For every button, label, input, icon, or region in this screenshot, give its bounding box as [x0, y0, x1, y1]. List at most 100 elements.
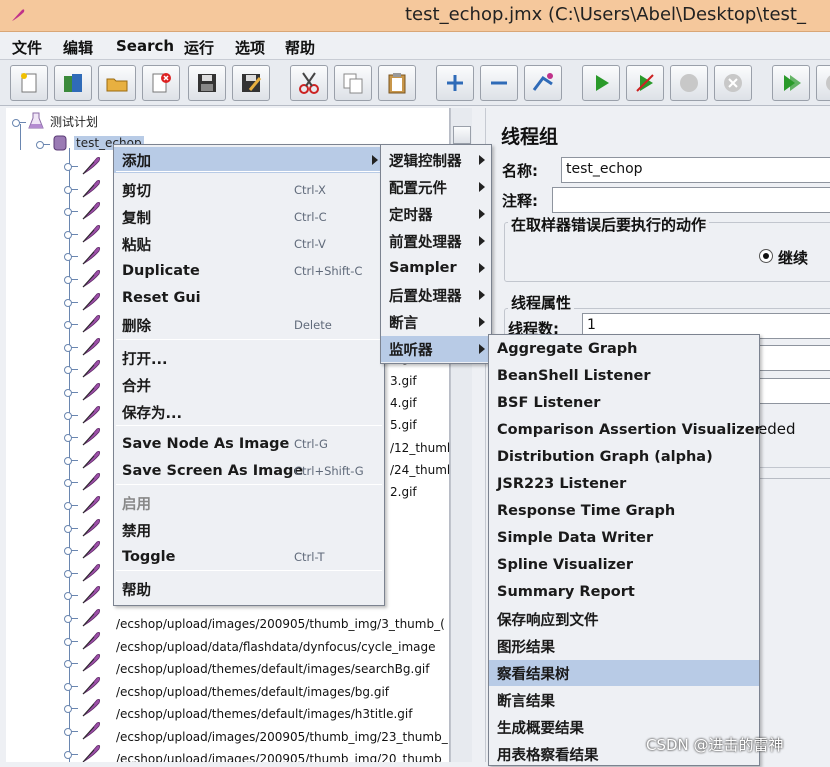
tree-node-http-sampler[interactable] — [64, 335, 102, 357]
listener-menu-item[interactable]: 察看结果树 — [489, 660, 759, 686]
remote-stop-button[interactable] — [816, 65, 830, 101]
tree-node-http-sampler[interactable] — [64, 516, 102, 538]
templates-button[interactable] — [54, 65, 92, 101]
collapse-button[interactable] — [480, 65, 518, 101]
save-as-button[interactable] — [232, 65, 270, 101]
menu-search[interactable]: Search — [116, 37, 174, 55]
context-menu-item-duplicate[interactable]: Duplicate Ctrl+Shift-C — [114, 258, 384, 284]
menu-file[interactable]: 文件 — [12, 37, 42, 58]
remote-start-button[interactable] — [772, 65, 810, 101]
tree-node-http-sampler[interactable] — [64, 538, 102, 560]
menu-edit[interactable]: 编辑 — [63, 37, 93, 58]
listener-menu-item[interactable]: JSR223 Listener — [489, 471, 759, 497]
menu-options[interactable]: 选项 — [235, 37, 265, 58]
menu-run[interactable]: 运行 — [184, 37, 214, 58]
stop-button[interactable] — [670, 65, 708, 101]
add-menu-item-config-element[interactable]: 配置元件 — [381, 174, 491, 200]
context-menu-item-merge[interactable]: 合并 — [114, 372, 384, 398]
tree-node-http-sampler[interactable] — [64, 290, 102, 312]
tree-node-http-sampler[interactable] — [64, 583, 102, 605]
context-menu-item-paste[interactable]: 粘贴 Ctrl-V — [114, 231, 384, 257]
context-menu-item-open[interactable]: 打开... — [114, 345, 384, 371]
context-menu-item-save-as[interactable]: 保存为... — [114, 399, 384, 425]
tree-node-http-sampler[interactable] — [64, 199, 102, 221]
listener-menu-item[interactable]: 断言结果 — [489, 687, 759, 713]
context-menu-item-toggle[interactable]: Toggle Ctrl-T — [114, 544, 384, 570]
context-menu-item-save-screen-as-image[interactable]: Save Screen As Image Ctrl+Shift-G — [114, 458, 384, 484]
tree-node-http-sampler[interactable] — [64, 357, 102, 379]
copy-button[interactable] — [334, 65, 372, 101]
tree-node-http-sampler[interactable] — [64, 244, 102, 266]
tree-node-http-sampler[interactable] — [64, 629, 102, 651]
context-menu-item-copy[interactable]: 复制 Ctrl-C — [114, 204, 384, 230]
tree-node-test-plan[interactable]: 测试计划 — [12, 110, 98, 132]
tree-node-http-sampler[interactable] — [64, 651, 102, 673]
comment-field[interactable] — [552, 187, 830, 213]
tree-node-http-sampler[interactable] — [64, 267, 102, 289]
tree-node-http-sampler[interactable] — [64, 177, 102, 199]
context-menu-item-delete[interactable]: 删除 Delete — [114, 312, 384, 338]
start-no-pause-button[interactable] — [626, 65, 664, 101]
tree-node-http-sampler[interactable] — [64, 674, 102, 696]
tree-node-http-sampler[interactable] — [64, 154, 102, 176]
add-menu-item-timer[interactable]: 定时器 — [381, 201, 491, 227]
new-button[interactable] — [10, 65, 48, 101]
listener-menu-item[interactable]: BSF Listener — [489, 390, 759, 416]
tree-toggle-icon[interactable] — [36, 138, 50, 149]
listener-menu-item[interactable]: Spline Visualizer — [489, 552, 759, 578]
open-button[interactable] — [98, 65, 136, 101]
tree-toggle-icon[interactable] — [12, 116, 26, 127]
toggle-button[interactable] — [524, 65, 562, 101]
tree-node-http-sampler[interactable] — [64, 742, 102, 762]
tree-node-http-sampler[interactable] — [64, 696, 102, 718]
listener-menu-item[interactable]: 保存响应到文件 — [489, 606, 759, 632]
tree-node-http-sampler[interactable] — [64, 403, 102, 425]
listener-menu-item[interactable]: Simple Data Writer — [489, 525, 759, 551]
tree-node-http-sampler[interactable] — [64, 719, 102, 741]
loop-count-field[interactable] — [758, 378, 830, 404]
tree-node-http-sampler[interactable] — [64, 606, 102, 628]
start-button[interactable] — [582, 65, 620, 101]
add-menu-item-listener[interactable]: 监听器 — [381, 336, 491, 362]
listener-menu-item[interactable]: Summary Report — [489, 579, 759, 605]
tree-node-http-sampler[interactable] — [64, 448, 102, 470]
ramp-up-field[interactable] — [758, 345, 830, 371]
add-menu-item-sampler[interactable]: Sampler — [381, 255, 491, 281]
tree-node-http-sampler[interactable] — [64, 312, 102, 334]
context-menu-item-cut[interactable]: 剪切 Ctrl-X — [114, 177, 384, 203]
add-menu-item-pre-processor[interactable]: 前置处理器 — [381, 228, 491, 254]
listener-menu-item[interactable]: 图形结果 — [489, 633, 759, 659]
tree-node-http-sampler[interactable] — [64, 493, 102, 515]
shutdown-button[interactable] — [714, 65, 752, 101]
add-menu-item-assertion[interactable]: 断言 — [381, 309, 491, 335]
expand-button[interactable] — [436, 65, 474, 101]
scroll-up-button[interactable] — [453, 126, 471, 144]
cut-button[interactable] — [290, 65, 328, 101]
context-menu-item-disable[interactable]: 禁用 — [114, 517, 384, 543]
tree-node-http-sampler[interactable] — [64, 425, 102, 447]
listener-menu-item[interactable]: Aggregate Graph — [489, 336, 759, 362]
add-menu-item-logic-controller[interactable]: 逻辑控制器 — [381, 147, 491, 173]
save-button[interactable] — [188, 65, 226, 101]
listener-menu-item[interactable]: Comparison Assertion Visualizer — [489, 417, 762, 443]
listener-menu-item[interactable]: Response Time Graph — [489, 498, 759, 524]
tree-node-http-sampler[interactable] — [64, 222, 102, 244]
name-field[interactable]: test_echop — [561, 157, 830, 183]
listener-menu-item[interactable]: Distribution Graph (alpha) — [489, 444, 759, 470]
add-menu-item-post-processor[interactable]: 后置处理器 — [381, 282, 491, 308]
shutdown-icon — [724, 74, 742, 92]
context-menu-item-add[interactable]: 添加 — [114, 147, 384, 173]
tree-node-http-sampler[interactable] — [64, 380, 102, 402]
context-menu-item-enable[interactable]: 启用 — [114, 490, 384, 516]
tree-node-http-sampler[interactable] — [64, 470, 102, 492]
continue-radio[interactable] — [759, 249, 773, 263]
tree-leaf-connector — [64, 160, 78, 171]
context-menu-item-save-node-as-image[interactable]: Save Node As Image Ctrl-G — [114, 431, 384, 457]
close-button[interactable] — [142, 65, 180, 101]
context-menu-item-help[interactable]: 帮助 — [114, 576, 384, 602]
listener-menu-item[interactable]: BeanShell Listener — [489, 363, 759, 389]
context-menu-item-reset-gui[interactable]: Reset Gui — [114, 285, 384, 311]
tree-node-http-sampler[interactable] — [64, 561, 102, 583]
menu-help[interactable]: 帮助 — [285, 37, 315, 58]
paste-button[interactable] — [378, 65, 416, 101]
